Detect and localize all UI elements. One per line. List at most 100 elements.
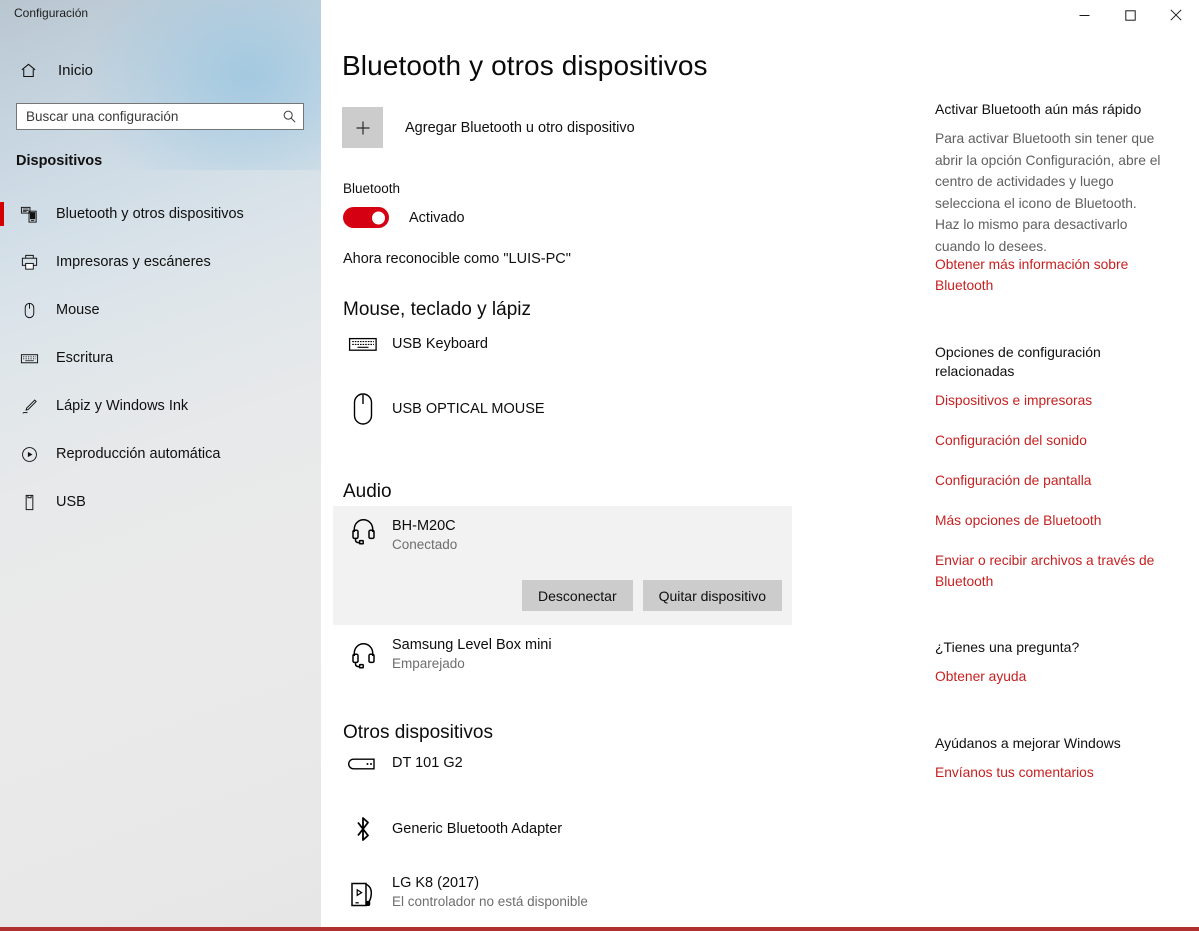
device-texts: LG K8 (2017) El controlador no está disp… xyxy=(392,874,588,911)
selection-indicator xyxy=(0,442,4,466)
plus-icon[interactable] xyxy=(342,107,383,148)
selected-device-card[interactable]: BH-M20C Conectado Desconectar Quitar dis… xyxy=(333,506,792,625)
feedback-title: Ayúdanos a mejorar Windows xyxy=(935,735,1121,751)
sidebar-item-printers[interactable]: Impresoras y escáneres xyxy=(0,238,321,286)
group-title-audio: Audio xyxy=(343,481,392,502)
home-icon xyxy=(12,61,44,80)
card-device-info: BH-M20C Conectado xyxy=(333,506,792,554)
bluetooth-toggle-state: Activado xyxy=(409,209,465,226)
send-feedback-link[interactable]: Envíanos tus comentarios xyxy=(935,762,1175,783)
tip-title: Activar Bluetooth aún más rápido xyxy=(935,101,1142,117)
device-texts: Samsung Level Box mini Emparejado xyxy=(392,636,552,673)
search-box[interactable] xyxy=(16,103,304,130)
bluetooth-toggle[interactable] xyxy=(343,207,389,228)
keyboard-icon xyxy=(16,349,42,368)
selection-indicator xyxy=(0,394,4,418)
mouse-icon xyxy=(16,301,42,320)
sidebar-label: Bluetooth y otros dispositivos xyxy=(56,206,244,222)
selection-indicator xyxy=(0,490,4,514)
sidebar-home-label: Inicio xyxy=(58,61,94,79)
device-name: LG K8 (2017) xyxy=(392,875,480,891)
headset-icon xyxy=(343,641,383,669)
usb-drive-icon xyxy=(343,756,383,772)
sidebar-item-usb[interactable]: USB xyxy=(0,478,321,526)
sidebar-label: Reproducción automática xyxy=(56,446,221,462)
device-row[interactable]: DT 101 G2 xyxy=(343,754,463,773)
add-device-row[interactable]: Agregar Bluetooth u otro dispositivo xyxy=(342,107,635,148)
sidebar-nav-list: Bluetooth y otros dispositivos Impresora… xyxy=(0,190,321,526)
device-row[interactable]: USB OPTICAL MOUSE xyxy=(343,392,545,426)
search-icon[interactable] xyxy=(275,104,303,129)
related-link-sound-settings[interactable]: Configuración del sonido xyxy=(935,430,1175,451)
sidebar-label: Impresoras y escáneres xyxy=(56,254,211,270)
sidebar-section-header: Dispositivos xyxy=(16,153,103,169)
device-status: El controlador no está disponible xyxy=(392,894,588,909)
related-link-display-settings[interactable]: Configuración de pantalla xyxy=(935,470,1175,491)
minimize-icon[interactable] xyxy=(1061,0,1107,30)
add-device-label: Agregar Bluetooth u otro dispositivo xyxy=(405,119,635,136)
device-texts: USB OPTICAL MOUSE xyxy=(392,400,545,419)
search-input[interactable] xyxy=(17,104,275,129)
disconnect-button[interactable]: Desconectar xyxy=(522,580,633,611)
phone-icon xyxy=(343,877,383,909)
remove-device-button[interactable]: Quitar dispositivo xyxy=(642,580,782,611)
device-name: USB OPTICAL MOUSE xyxy=(392,400,545,417)
device-name: BH-M20C xyxy=(392,518,456,534)
related-link-send-receive-files[interactable]: Enviar o recibir archivos a través de Bl… xyxy=(935,550,1175,592)
sidebar-item-typing[interactable]: Escritura xyxy=(0,334,321,382)
keyboard-icon xyxy=(343,333,383,355)
toggle-knob xyxy=(372,211,385,224)
window-controls xyxy=(1061,0,1199,30)
bluetooth-icon xyxy=(343,814,383,844)
device-status: Emparejado xyxy=(392,656,465,671)
selection-indicator xyxy=(0,298,4,322)
sidebar-item-home[interactable]: Inicio xyxy=(0,54,321,86)
window-title: Configuración xyxy=(14,6,89,20)
device-texts: DT 101 G2 xyxy=(392,754,463,773)
sidebar-item-autoplay[interactable]: Reproducción automática xyxy=(0,430,321,478)
bluetooth-label: Bluetooth xyxy=(343,181,401,196)
sidebar-label: Escritura xyxy=(56,350,114,366)
settings-window: Configuración Inicio Dispositivos xyxy=(0,0,1199,931)
sidebar-item-pen[interactable]: Lápiz y Windows Ink xyxy=(0,382,321,430)
tip-body: Para activar Bluetooth sin tener que abr… xyxy=(935,131,1161,254)
bluetooth-toggle-row[interactable]: Activado xyxy=(343,207,465,228)
device-name: USB Keyboard xyxy=(392,335,488,352)
related-link-devices-printers[interactable]: Dispositivos e impresoras xyxy=(935,390,1175,411)
selection-indicator xyxy=(0,346,4,370)
sidebar: Configuración Inicio Dispositivos xyxy=(0,0,361,927)
device-texts: BH-M20C Conectado xyxy=(392,517,457,554)
device-row[interactable]: Generic Bluetooth Adapter xyxy=(343,814,562,844)
device-status: Conectado xyxy=(392,537,458,552)
device-row[interactable]: Samsung Level Box mini Emparejado xyxy=(343,636,552,673)
usb-icon xyxy=(16,493,42,512)
related-settings-title: Opciones de configuración relacionadas xyxy=(935,344,1101,379)
maximize-icon[interactable] xyxy=(1107,0,1153,30)
sidebar-label: Mouse xyxy=(56,302,100,318)
printer-icon xyxy=(16,253,42,272)
question-title: ¿Tienes una pregunta? xyxy=(935,639,1080,655)
related-link-more-bluetooth-options[interactable]: Más opciones de Bluetooth xyxy=(935,510,1175,531)
device-texts: Generic Bluetooth Adapter xyxy=(392,820,562,839)
sidebar-label: Lápiz y Windows Ink xyxy=(56,398,189,414)
get-help-link[interactable]: Obtener ayuda xyxy=(935,666,1175,687)
pen-icon xyxy=(16,397,42,416)
sidebar-item-mouse[interactable]: Mouse xyxy=(0,286,321,334)
device-row[interactable]: USB Keyboard xyxy=(343,333,488,355)
device-row[interactable]: LG K8 (2017) El controlador no está disp… xyxy=(343,874,588,911)
group-title-other-devices: Otros dispositivos xyxy=(343,722,493,743)
tip-link[interactable]: Obtener más información sobre Bluetooth xyxy=(935,254,1175,296)
mouse-icon xyxy=(343,392,383,426)
selection-indicator xyxy=(0,250,4,274)
selection-indicator xyxy=(0,202,4,226)
autoplay-icon xyxy=(16,445,42,464)
bluetooth-devices-icon xyxy=(16,205,42,224)
page-title: Bluetooth y otros dispositivos xyxy=(342,50,708,81)
sidebar-item-bluetooth[interactable]: Bluetooth y otros dispositivos xyxy=(0,190,321,238)
device-name: DT 101 G2 xyxy=(392,755,463,771)
close-icon[interactable] xyxy=(1153,0,1199,30)
discoverable-text: Ahora reconocible como "LUIS-PC" xyxy=(343,251,571,267)
sidebar-label: USB xyxy=(56,494,86,510)
card-actions: Desconectar Quitar dispositivo xyxy=(522,580,782,611)
device-name: Samsung Level Box mini xyxy=(392,637,552,653)
